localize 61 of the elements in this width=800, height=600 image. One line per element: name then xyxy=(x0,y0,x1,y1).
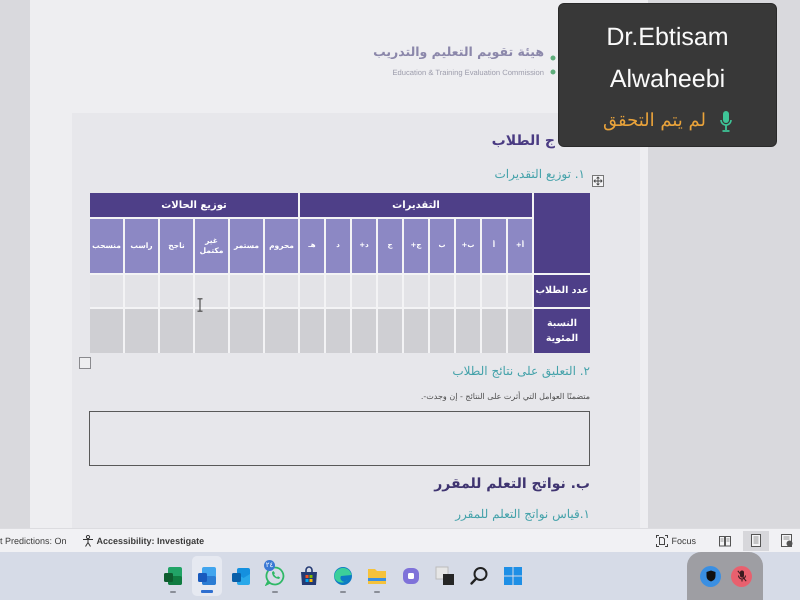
table-cell xyxy=(195,275,228,307)
verification-status: لم يتم التحقق xyxy=(603,109,706,133)
row-header-cell: النسبة المئوية xyxy=(534,309,590,353)
ibeam-cursor-icon xyxy=(197,298,203,312)
mail-icon xyxy=(231,566,251,586)
focus-button[interactable]: Focus xyxy=(653,532,699,548)
open-book-icon xyxy=(719,534,731,546)
section-heading: ج الطلاب xyxy=(492,133,555,150)
table-cell xyxy=(352,309,376,353)
table-cell xyxy=(160,309,193,353)
participant-name: Alwaheebi xyxy=(610,64,726,95)
page-icon xyxy=(751,534,761,547)
microphone-icon xyxy=(720,110,732,132)
search-icon xyxy=(469,566,489,586)
taskbar-app-button[interactable] xyxy=(192,556,222,596)
spreadsheet-icon xyxy=(163,566,183,586)
focus-icon xyxy=(656,534,668,546)
table-resize-handle[interactable] xyxy=(79,357,91,369)
shield-button[interactable] xyxy=(700,566,721,586)
print-layout-button[interactable] xyxy=(743,530,769,550)
table-cell xyxy=(300,309,324,353)
web-page-icon xyxy=(781,534,793,547)
group-header-cell: التقديرات xyxy=(300,193,532,217)
participant-name: Dr.Ebtisam xyxy=(606,22,729,53)
accessibility-button[interactable]: Accessibility: Investigate xyxy=(78,532,208,548)
logo-arabic-name: هيئة تقويم التعليم والتدريب xyxy=(373,43,544,61)
table-cell xyxy=(326,309,350,353)
answer-box[interactable] xyxy=(89,411,590,466)
table-cell xyxy=(90,309,123,353)
outcomes-subheading: ١.قياس نواتج التعلم للمقرر xyxy=(455,506,590,523)
start-menu-icon xyxy=(503,566,523,586)
overlapping-squares-icon xyxy=(435,566,455,586)
table-cell xyxy=(430,309,454,353)
row-header-cell: عدد الطلاب xyxy=(534,275,590,307)
group-header-cell: توزيع الحالات xyxy=(90,193,298,217)
table-cell xyxy=(125,309,158,353)
table-cell xyxy=(456,309,480,353)
comment-heading: ٢. التعليق على نتائج الطلاب xyxy=(452,363,590,380)
comment-note: متضمنًا العوامل التي أثرت على النتائج - إن وجدت-. xyxy=(420,391,590,403)
mute-button[interactable] xyxy=(731,566,752,586)
browser-icon xyxy=(333,566,353,586)
table-cell xyxy=(265,309,298,353)
table-cell xyxy=(508,309,532,353)
mic-off-icon xyxy=(736,570,746,582)
table-cell xyxy=(482,309,506,353)
rounded-square-icon xyxy=(401,566,421,586)
table-cell xyxy=(195,309,228,353)
logo-mark-icon xyxy=(550,54,556,76)
grades-heading: ١. توزيع التقديرات xyxy=(494,166,585,183)
table-move-handle-icon[interactable] xyxy=(592,175,604,187)
shield-icon xyxy=(706,570,716,582)
table-cell xyxy=(378,309,402,353)
accessibility-icon xyxy=(82,534,94,546)
folder-icon xyxy=(367,566,387,586)
shopping-bag-icon xyxy=(299,566,319,586)
text-predictions-button[interactable]: t Predictions: On xyxy=(0,536,67,546)
document-icon xyxy=(197,566,217,586)
chat-bubble-icon xyxy=(265,566,285,586)
outcomes-heading: ب. نواتج التعلم للمقرر xyxy=(434,475,590,494)
table-cell xyxy=(230,309,263,353)
table-cell xyxy=(404,309,428,353)
